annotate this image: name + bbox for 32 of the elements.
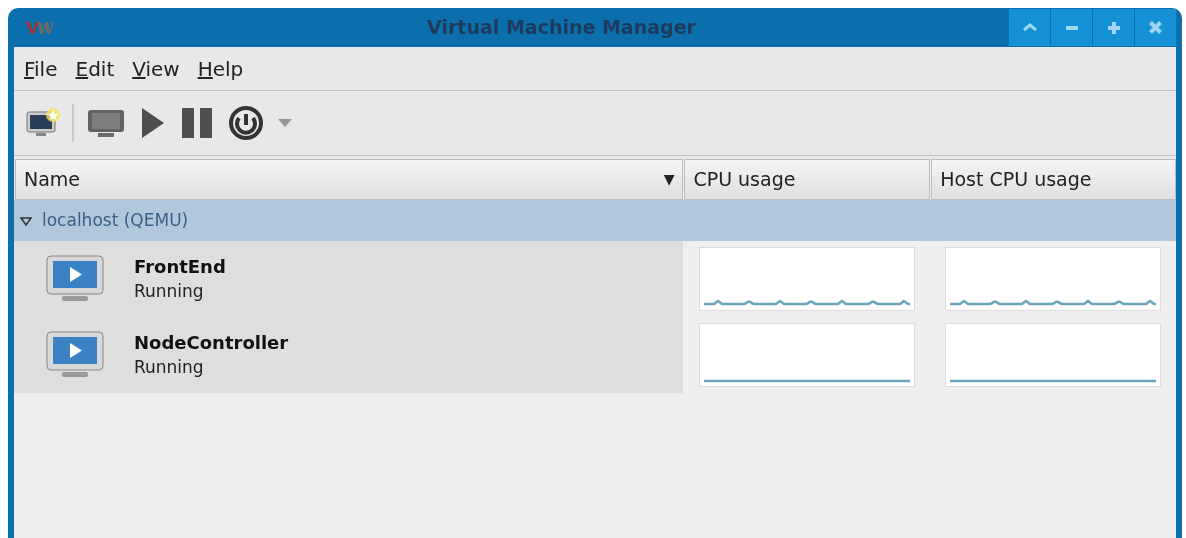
column-header-label: Host CPU usage (940, 167, 1092, 193)
host-name: localhost (QEMU) (42, 208, 189, 232)
plus-icon (1107, 21, 1120, 34)
pause-icon (180, 106, 214, 140)
menu-item[interactable]: Edit (69, 53, 121, 84)
column-header-label: CPU usage (693, 167, 796, 193)
vm-name: FrontEnd (134, 255, 226, 279)
vm-running-icon (46, 255, 104, 303)
close-icon (1149, 21, 1162, 34)
menu-item[interactable]: Help (191, 53, 250, 84)
column-header[interactable]: Name ▼ (15, 159, 684, 200)
app-logo-icon (26, 20, 54, 35)
power-icon (228, 105, 264, 141)
column-header-label: Name (24, 167, 81, 193)
monitor-icon (86, 107, 126, 139)
new-vm-icon (26, 107, 60, 139)
sort-indicator[interactable]: ▼ (663, 169, 675, 190)
play-icon (140, 106, 166, 140)
menu-item[interactable]: View (126, 53, 186, 84)
vm-status: Running (134, 356, 205, 379)
expander-icon[interactable] (20, 214, 32, 227)
chevron-up-icon (1021, 23, 1038, 32)
host-group-row[interactable]: localhost (QEMU) (14, 200, 1176, 241)
vm-status: Running (134, 280, 205, 303)
caret-icon (278, 119, 292, 127)
minus-icon (1065, 25, 1078, 30)
menu-item[interactable]: File (18, 53, 64, 84)
window-title: Virtual Machine Manager (427, 15, 696, 41)
vm-running-icon (46, 331, 104, 379)
column-header[interactable]: CPU usage (684, 159, 931, 200)
vm-name: NodeController (134, 331, 289, 355)
column-header[interactable]: Host CPU usage (931, 159, 1176, 200)
